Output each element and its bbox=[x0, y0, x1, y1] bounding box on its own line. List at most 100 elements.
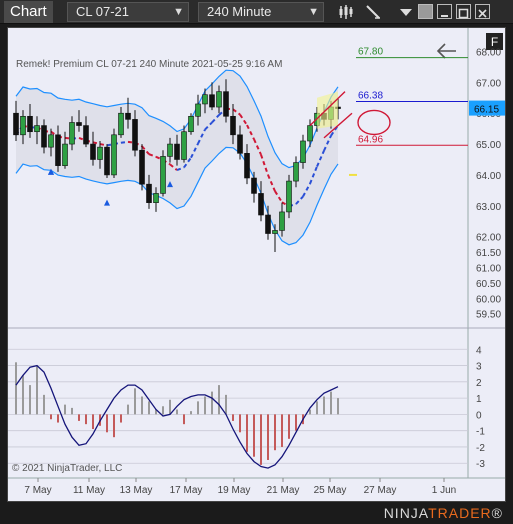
candle-body bbox=[90, 143, 96, 160]
drawing-tool-icon[interactable] bbox=[365, 4, 381, 20]
chart-header: Remek! Premium CL 07-21 240 Minute 2021-… bbox=[16, 59, 282, 70]
osc-tick-label: 0 bbox=[476, 410, 482, 421]
candle-body bbox=[209, 94, 215, 108]
oscillator-series bbox=[8, 348, 468, 469]
date-tick-label: 13 May bbox=[120, 485, 153, 496]
candle-body bbox=[76, 122, 82, 126]
candle-body bbox=[104, 146, 110, 176]
price-tick-label: 61.50 bbox=[476, 248, 501, 259]
candle-body bbox=[300, 140, 306, 163]
date-tick-label: 1 Jun bbox=[432, 485, 456, 496]
candle-body bbox=[188, 115, 194, 133]
last-price-label: 66.15 bbox=[474, 105, 499, 116]
candle-body bbox=[286, 180, 292, 213]
interval-value: 240 Minute bbox=[207, 4, 272, 19]
candle-body bbox=[195, 103, 201, 117]
candle-body bbox=[251, 177, 257, 194]
stop-level-label: 64.96 bbox=[358, 134, 383, 145]
candle-body bbox=[48, 134, 54, 148]
osc-tick-label: -3 bbox=[476, 459, 485, 470]
candle-body bbox=[181, 131, 187, 160]
buy-arrow-icon bbox=[104, 199, 110, 206]
candle-body bbox=[20, 115, 26, 136]
osc-tick-label: -2 bbox=[476, 443, 485, 454]
candle-body bbox=[55, 134, 61, 166]
date-tick-label: 11 May bbox=[73, 485, 105, 496]
back-arrow-icon[interactable] bbox=[436, 43, 456, 59]
candle-body bbox=[167, 143, 173, 157]
copyright-text: © 2021 NinjaTrader, LLC bbox=[12, 463, 122, 474]
candle-body bbox=[146, 183, 152, 203]
close-icon[interactable] bbox=[475, 4, 490, 19]
price-tick-label: 63.00 bbox=[476, 202, 501, 213]
date-tick-label: 25 May bbox=[314, 485, 347, 496]
title-bar: Chart CL 07-21 ▼ 240 Minute ▼ bbox=[0, 0, 513, 24]
flag-highlight bbox=[317, 91, 338, 129]
candle-body bbox=[132, 119, 138, 151]
candle-body bbox=[307, 125, 313, 142]
price-tick-labels: 68.0067.0066.0065.0064.0063.0062.0061.50… bbox=[476, 48, 501, 321]
osc-tick-label: 2 bbox=[476, 378, 482, 389]
bar-style-icon[interactable] bbox=[338, 4, 354, 20]
price-tick-label: 60.50 bbox=[476, 279, 501, 290]
minimize-icon[interactable] bbox=[418, 4, 433, 19]
candle-body bbox=[111, 134, 117, 176]
date-tick-label: 19 May bbox=[218, 485, 251, 496]
chart-panel[interactable]: Remek! Premium CL 07-21 240 Minute 2021-… bbox=[7, 27, 506, 502]
candle-body bbox=[174, 143, 180, 160]
candle-body bbox=[69, 122, 75, 145]
price-tick-label: 62.00 bbox=[476, 233, 501, 244]
candle-body bbox=[230, 115, 236, 136]
candle-body bbox=[118, 112, 124, 136]
instrument-value: CL 07-21 bbox=[76, 4, 129, 19]
candle-body bbox=[202, 94, 208, 105]
candle-body bbox=[97, 146, 103, 160]
candle-body bbox=[216, 91, 222, 108]
oscillator-tick-labels: 4 3 2 1 0 -1 -2 -3 bbox=[476, 345, 485, 470]
restore-icon[interactable] bbox=[437, 4, 452, 19]
price-tick-label: 68.00 bbox=[476, 48, 501, 59]
date-tick-label: 17 May bbox=[170, 485, 203, 496]
target-level-label: 67.80 bbox=[358, 47, 383, 58]
footer: NINJATRADER® bbox=[0, 502, 513, 524]
candle-body bbox=[41, 125, 47, 148]
maximize-icon[interactable] bbox=[456, 4, 471, 19]
candle-body bbox=[62, 143, 68, 166]
candle-body bbox=[258, 193, 264, 216]
candle-body bbox=[279, 211, 285, 231]
candle-body bbox=[160, 156, 166, 194]
candle-body bbox=[272, 230, 278, 234]
chevron-down-icon: ▼ bbox=[173, 6, 184, 18]
instrument-selector[interactable]: CL 07-21 ▼ bbox=[67, 2, 189, 22]
chart-canvas[interactable]: Remek! Premium CL 07-21 240 Minute 2021-… bbox=[8, 28, 505, 501]
price-tick-label: 65.00 bbox=[476, 140, 501, 151]
target-ellipse bbox=[357, 109, 391, 136]
price-tick-label: 60.00 bbox=[476, 294, 501, 305]
chart-window: Chart CL 07-21 ▼ 240 Minute ▼ Remek! Pre… bbox=[0, 0, 513, 524]
interval-selector[interactable]: 240 Minute ▼ bbox=[198, 2, 324, 22]
candle-body bbox=[13, 112, 19, 136]
candle-body bbox=[223, 91, 229, 117]
level-labels: 67.80 66.38 64.96 66.15 bbox=[358, 47, 505, 145]
candle-body bbox=[139, 149, 145, 185]
mid-level-label: 66.38 bbox=[358, 90, 383, 101]
price-tick-label: 67.00 bbox=[476, 78, 501, 89]
candle-body bbox=[153, 193, 159, 203]
window-title: Chart bbox=[4, 1, 53, 23]
osc-tick-label: 4 bbox=[476, 345, 482, 356]
date-tick-label: 21 May bbox=[267, 485, 300, 496]
candle-body bbox=[125, 112, 131, 120]
osc-tick-label: -1 bbox=[476, 427, 485, 438]
properties-icon[interactable] bbox=[398, 4, 414, 20]
ninjatrader-logo: NINJATRADER® bbox=[383, 505, 503, 521]
candle-body bbox=[244, 153, 250, 179]
osc-tick-label: 1 bbox=[476, 394, 482, 405]
chevron-down-icon: ▼ bbox=[308, 6, 319, 18]
candle-body bbox=[265, 214, 271, 234]
candle-body bbox=[237, 134, 243, 154]
date-tick-labels: 7 May 11 May 13 May 17 May 19 May 21 May 25 Ma… bbox=[24, 478, 456, 496]
date-tick-label: 27 May bbox=[364, 485, 397, 496]
osc-tick-label: 3 bbox=[476, 362, 482, 373]
price-tick-label: 59.50 bbox=[476, 310, 501, 321]
date-tick-label: 7 May bbox=[24, 485, 51, 496]
